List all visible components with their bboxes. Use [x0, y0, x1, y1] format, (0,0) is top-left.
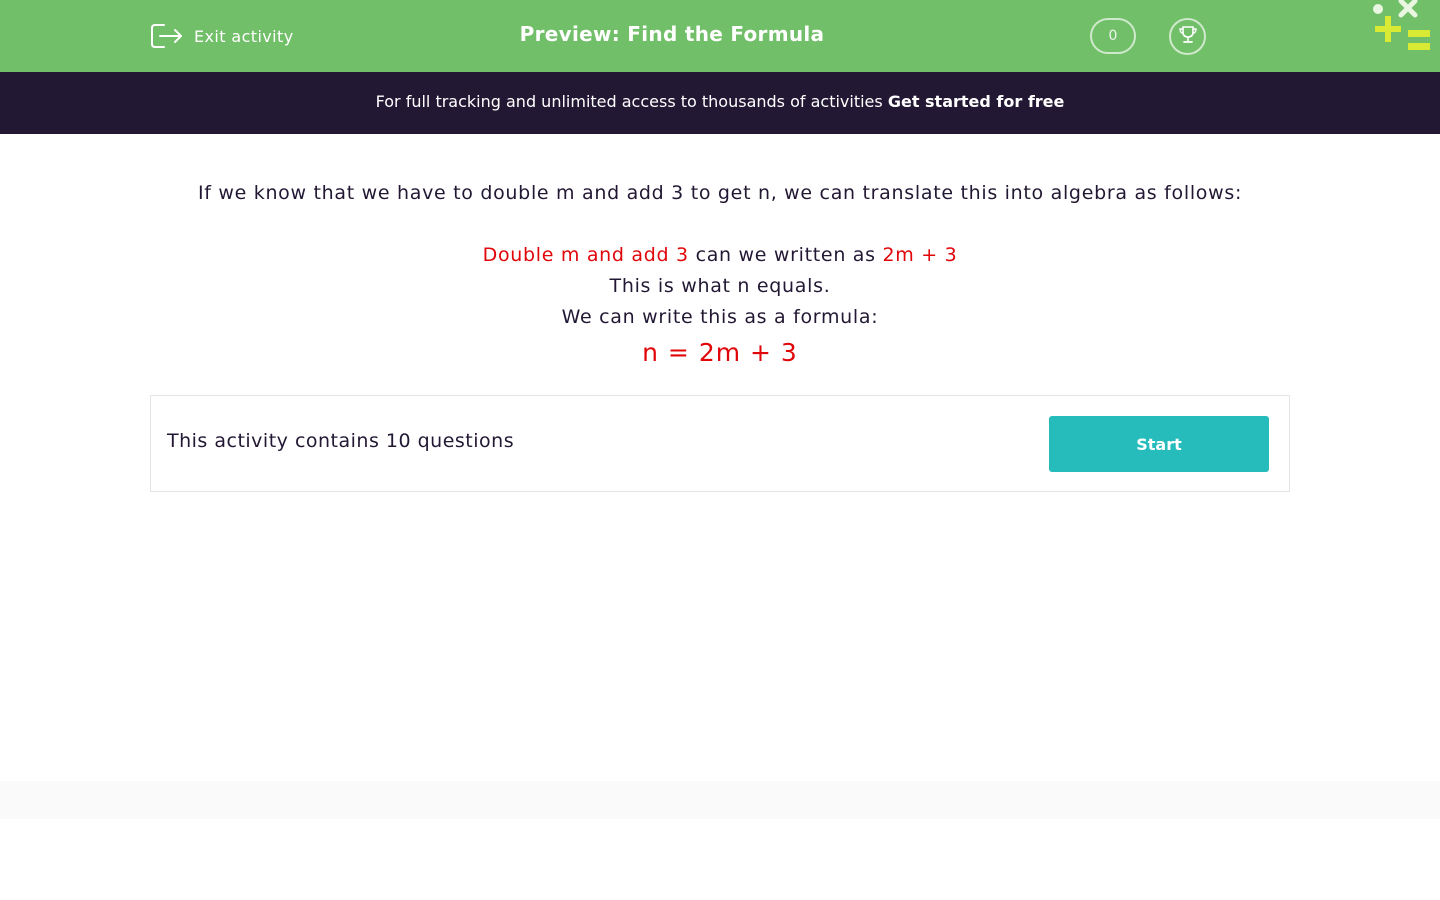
explanation-line-3: We can write this as a formula:: [561, 306, 879, 328]
activity-card: This activity contains 10 questions Star…: [150, 395, 1290, 492]
get-started-link[interactable]: Get started for free: [888, 92, 1065, 111]
start-button[interactable]: Start: [1049, 416, 1269, 472]
highlight-expression: 2m + 3: [882, 244, 958, 266]
explanation-line-1: Double m and add 3 can we written as 2m …: [0, 240, 1440, 271]
explanation-panel: If we know that we have to double m and …: [0, 178, 1440, 371]
highlight-phrase: Double m and add 3: [482, 244, 689, 266]
promo-banner: For full tracking and unlimited access t…: [0, 72, 1440, 134]
trophy-icon: [1177, 24, 1199, 50]
footer-strip: [0, 781, 1440, 819]
explanation-lines: Double m and add 3 can we written as 2m …: [0, 240, 1440, 371]
formula: n = 2m + 3: [642, 338, 798, 367]
score-counter: 0: [1090, 18, 1136, 54]
intro-text: If we know that we have to double m and …: [197, 182, 1243, 204]
explanation-line-2: This is what n equals.: [609, 275, 831, 297]
line-connector: can we written as: [695, 244, 876, 266]
page-title: Preview: Find the Formula: [519, 22, 825, 46]
top-bar: Exit activity Preview: Find the Formula …: [0, 0, 1440, 72]
promo-text: For full tracking and unlimited access t…: [375, 92, 883, 111]
trophy-button[interactable]: [1169, 18, 1206, 55]
question-count: This activity contains 10 questions: [167, 430, 515, 452]
brand-logo: [1368, 0, 1440, 56]
